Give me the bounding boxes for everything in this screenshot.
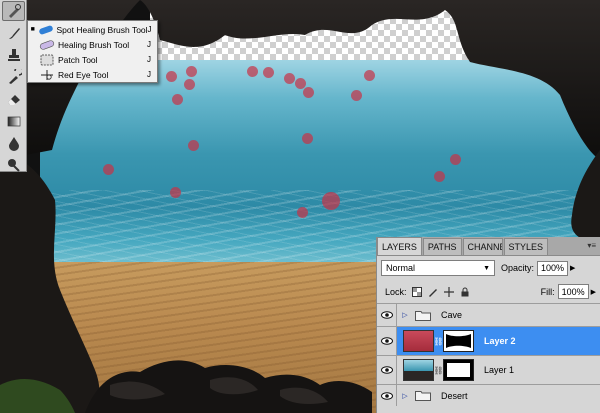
- menu-item-spot-healing-brush[interactable]: ■ Spot Healing Brush Tool J: [28, 22, 157, 37]
- visibility-eye-icon[interactable]: [377, 304, 397, 326]
- clone-stamp-tool[interactable]: [0, 44, 27, 66]
- chevron-down-icon: ▼: [483, 264, 490, 272]
- panel-tabs: LAYERS PATHS CHANNE STYLES ▾≡: [377, 237, 600, 256]
- tab-layers[interactable]: LAYERS: [377, 237, 422, 255]
- selected-marker: ■: [30, 26, 35, 33]
- heal-dot: [170, 187, 181, 198]
- tab-paths[interactable]: PATHS: [422, 238, 462, 255]
- history-brush-icon: [8, 69, 22, 84]
- menu-item-label: Red Eye Tool: [58, 69, 109, 80]
- heal-dot: [302, 133, 313, 144]
- spot-healing-brush-icon: [8, 4, 21, 18]
- lock-all-icon[interactable]: [460, 286, 471, 297]
- layer-name: Layer 2: [484, 336, 516, 346]
- heal-dot: [297, 207, 308, 218]
- menu-item-patch[interactable]: Patch Tool J: [28, 52, 157, 67]
- visibility-eye-icon[interactable]: [377, 356, 397, 384]
- layer-name: Desert: [441, 390, 468, 401]
- heal-dot: [263, 67, 274, 78]
- heal-dot: [166, 71, 177, 82]
- heal-dot: [247, 66, 258, 77]
- layer-mask-thumbnail[interactable]: [443, 330, 474, 352]
- layer-row-layer-1[interactable]: ⛓ Layer 1: [377, 355, 600, 384]
- fill-label: Fill:: [540, 286, 555, 297]
- heal-dot: [450, 154, 461, 165]
- layer-thumbnail: [403, 359, 434, 381]
- brush-tool[interactable]: [0, 22, 27, 44]
- heal-dot: [103, 164, 114, 175]
- heal-dot: [364, 70, 375, 81]
- spot-healing-brush-tool[interactable]: [2, 1, 25, 21]
- layer-name: Layer 1: [484, 365, 515, 375]
- heal-dot: [184, 79, 195, 90]
- layers-panel: LAYERS PATHS CHANNE STYLES ▾≡ Normal ▼ O…: [376, 237, 600, 413]
- eraser-icon: [7, 95, 20, 105]
- tab-styles[interactable]: STYLES: [503, 238, 549, 255]
- folder-icon: [415, 391, 431, 401]
- spot-healing-brush-icon: [37, 23, 54, 36]
- shortcut-key: J: [147, 70, 151, 79]
- healing-tools-flyout: ■ Spot Healing Brush Tool J Healing Brus…: [27, 20, 158, 83]
- blur-tool[interactable]: [0, 132, 27, 154]
- visibility-eye-icon[interactable]: [377, 385, 397, 406]
- shortcut-key: J: [147, 40, 151, 49]
- blend-mode-value: Normal: [386, 263, 416, 273]
- expand-triangle-icon[interactable]: ▷: [399, 392, 411, 400]
- heal-dot: [303, 87, 314, 98]
- layer-row-layer-2[interactable]: ⛓ Layer 2: [377, 326, 600, 355]
- dodge-icon: [7, 159, 20, 172]
- layer-name: Cave: [441, 310, 463, 320]
- lock-transparent-icon[interactable]: [412, 286, 423, 297]
- expand-triangle-icon[interactable]: ▷: [399, 311, 411, 319]
- heal-dot: [172, 94, 183, 105]
- opacity-label: Opacity:: [501, 263, 535, 273]
- shortcut-key: J: [147, 25, 152, 34]
- menu-item-red-eye[interactable]: Red Eye Tool J: [28, 67, 157, 82]
- heal-dot: [188, 140, 199, 151]
- link-chain-icon[interactable]: ⛓: [433, 366, 443, 375]
- dodge-tool[interactable]: [0, 154, 27, 176]
- menu-item-label: Patch Tool: [58, 54, 98, 65]
- opacity-input[interactable]: 100%: [537, 260, 569, 276]
- heal-dot: [351, 90, 362, 101]
- menu-item-label: Healing Brush Tool: [58, 39, 130, 50]
- history-brush-tool[interactable]: [0, 66, 27, 88]
- brush-icon: [8, 28, 20, 39]
- fill-input[interactable]: 100%: [557, 284, 589, 299]
- lock-position-icon[interactable]: [444, 286, 455, 297]
- visibility-eye-icon[interactable]: [377, 327, 397, 355]
- heal-dot: [186, 66, 197, 77]
- heal-dot: [284, 73, 295, 84]
- healing-brush-icon: [38, 38, 56, 51]
- chevron-right-icon[interactable]: ▶: [591, 288, 596, 296]
- layer-thumbnail: [403, 330, 434, 352]
- menu-item-healing-brush[interactable]: Healing Brush Tool J: [28, 37, 157, 52]
- menu-item-label: Spot Healing Brush Tool: [56, 24, 148, 35]
- chevron-right-icon[interactable]: ▶: [570, 264, 575, 272]
- gradient-tool[interactable]: [0, 110, 27, 132]
- lock-label: Lock:: [385, 286, 407, 297]
- link-chain-icon[interactable]: ⛓: [433, 337, 443, 346]
- tab-channels[interactable]: CHANNE: [462, 238, 503, 255]
- heal-dot: [434, 171, 445, 182]
- blur-icon: [8, 137, 19, 151]
- lock-image-pixels-icon[interactable]: [428, 286, 439, 297]
- clone-stamp-icon: [7, 49, 20, 61]
- heal-dot: [322, 192, 340, 210]
- layer-row-desert[interactable]: ▷ Desert: [377, 384, 600, 406]
- patch-icon: [38, 53, 56, 66]
- layer-mask-thumbnail[interactable]: [443, 359, 474, 381]
- eraser-tool[interactable]: [0, 88, 27, 110]
- panel-menu-icon[interactable]: ▾≡: [587, 241, 596, 250]
- red-eye-icon: [38, 68, 56, 81]
- tools-panel: [0, 0, 27, 172]
- folder-icon: [415, 310, 431, 321]
- shortcut-key: J: [147, 55, 151, 64]
- blend-row: Normal ▼ Opacity: 100% ▶: [377, 256, 600, 280]
- blend-mode-select[interactable]: Normal ▼: [381, 260, 495, 276]
- layer-row-cave[interactable]: ▷ Cave: [377, 303, 600, 326]
- gradient-icon: [7, 116, 20, 127]
- lock-row: Lock: Fill: 100% ▶: [377, 280, 600, 303]
